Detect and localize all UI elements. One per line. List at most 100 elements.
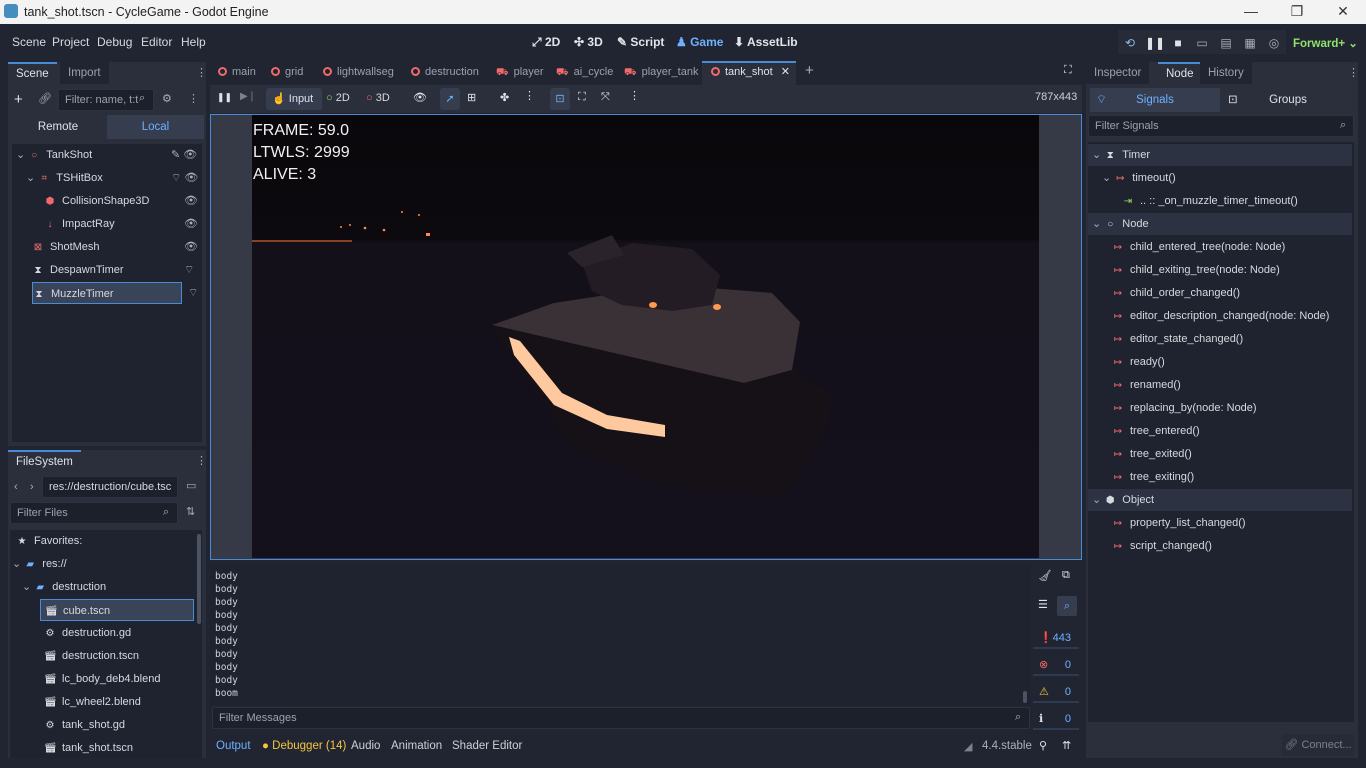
tab-scene[interactable]: Scene [8,62,57,84]
file-destruction-gd[interactable]: ⚙ destruction.gd [44,622,132,644]
next-frame-icon[interactable]: ▶❘ [240,91,256,102]
mode-2d-button[interactable]: ○ 2D [326,92,350,104]
editor-tab-destruction[interactable]: destruction [411,64,479,82]
more-options-icon[interactable]: ⋮ [629,89,640,102]
editor-tab-player-tank[interactable]: ⛟ player_tank [624,64,698,82]
section-node[interactable]: ⌄ ○ Node [1088,213,1352,235]
layout-toggle-icon[interactable]: ▭ [186,479,196,492]
more-options-icon[interactable]: ⋮ [524,89,535,102]
connect-button[interactable]: 🔗︎ Connect... [1282,734,1354,756]
messages-count-toggle[interactable]: ❗ 443 [1033,627,1079,649]
game-viewport[interactable]: FRAME: 59.0 LTWLS: 2999 ALIVE: 3 [210,114,1082,560]
pause-game-icon[interactable]: ❚❚ [217,92,232,103]
sort-icon[interactable]: ⇅ [186,505,195,518]
signal-row[interactable]: ↦ property_list_changed() [1112,512,1246,534]
dock-menu-icon[interactable]: ⋮ [196,454,207,467]
stop-icon[interactable]: ■ [1169,34,1187,52]
tree-node-despawntimer[interactable]: ⧗ DespawnTimer ⌔ [32,259,201,281]
minimize-button[interactable]: — [1228,0,1274,24]
local-button[interactable]: Local [107,115,204,139]
attach-script-icon[interactable]: ⚙ [162,92,172,105]
link-icon[interactable]: 🔗︎ [38,92,52,105]
signal-timeout[interactable]: ⌄ ↦ timeout() [1102,167,1176,189]
signal-row[interactable]: ↦ editor_description_changed(node: Node) [1112,305,1330,327]
res-folder[interactable]: ⌄ ▰ res:// [12,553,67,575]
tree-node-muzzletimer[interactable]: ⧗ MuzzleTimer [32,282,182,304]
dock-menu-icon[interactable]: ⋮ [196,66,207,79]
bottom-tab-shader-editor[interactable]: Shader Editor [452,740,522,752]
file-scrollbar[interactable] [197,534,201,624]
signal-connection[interactable]: ⇥.. :: _on_muzzle_timer_timeout() [1122,190,1298,212]
path-field[interactable]: res://destruction/cube.tsc [42,476,178,498]
bottom-tab-output[interactable]: Output [216,740,251,752]
tab-node[interactable]: Node [1158,62,1202,84]
signal-row[interactable]: ↦ tree_exiting() [1112,466,1194,488]
close-tab-icon[interactable]: ✕ [781,66,790,78]
pause-icon[interactable]: ❚❚ [1145,34,1165,52]
run-scene-icon[interactable]: ▤ [1217,34,1235,52]
signal-row[interactable]: ↦ editor_state_changed() [1112,328,1243,350]
select-tool-icon[interactable]: ➚ [440,88,460,110]
section-timer[interactable]: ⌄ ⧗ Timer [1088,144,1352,166]
warnings-count-toggle[interactable]: ⚠ 0 [1033,681,1079,703]
menu-help[interactable]: Help [181,35,206,49]
tree-node-collisionshape3d[interactable]: ⬢ CollisionShape3D 👁︎ [44,190,201,212]
maximize-button[interactable]: ❐ [1274,0,1320,24]
movie-icon[interactable]: ◎ [1265,34,1283,52]
stretch-icon[interactable]: ⤧ [601,91,610,104]
filter-messages-input[interactable]: Filter Messages [212,707,1030,729]
signal-icon[interactable]: ⌔ [188,286,198,300]
editor-tab-main[interactable]: main [218,64,256,82]
tab-history[interactable]: History [1200,62,1252,84]
bottom-tab-audio[interactable]: Audio [351,740,380,752]
main-screen-3d[interactable]: ✣ 3D [574,35,603,49]
filter-toggle-icon[interactable]: ⌕ [1057,596,1077,616]
add-tab-icon[interactable]: + [805,62,814,79]
file-cube-tscn[interactable]: 🎬︎ cube.tscn [40,599,194,621]
errors-count-toggle[interactable]: ⊗ 0 [1033,654,1079,676]
pin-icon[interactable]: ⚲ [1039,739,1047,752]
info-count-toggle[interactable]: ℹ0 [1033,708,1079,730]
tab-import[interactable]: Import [60,62,109,84]
editor-tab-tank-shot[interactable]: tank_shot ✕ [711,64,790,82]
signal-row[interactable]: ↦ script_changed() [1112,535,1212,557]
signal-row[interactable]: ↦ ready() [1112,351,1165,373]
run-custom-icon[interactable]: ▦ [1241,34,1259,52]
menu-editor[interactable]: Editor [141,35,172,49]
reload-icon[interactable]: ⟲ [1121,34,1139,52]
signal-row[interactable]: ↦ tree_entered() [1112,420,1200,442]
signal-row[interactable]: ↦ tree_exited() [1112,443,1192,465]
file-lc-wheel2-blend[interactable]: 🎬︎ lc_wheel2.blend [44,691,141,713]
main-screen-2d[interactable]: ⤢ 2D [532,35,560,50]
remote-debug-icon[interactable]: ▭ [1193,34,1211,52]
tree-node-tankshot[interactable]: ⌄ ○ TankShot ✎ 👁︎ [16,144,201,166]
section-object[interactable]: ⌄ ⬢ Object [1088,489,1352,511]
signal-row[interactable]: ↦ renamed() [1112,374,1181,396]
favorites-item[interactable]: ★ Favorites: [16,530,83,552]
renderer-select[interactable]: Forward+ ⌄ [1293,36,1358,50]
signal-row[interactable]: ↦ child_exiting_tree(node: Node) [1112,259,1280,281]
bottom-tab-debugger[interactable]: ● Debugger (14) [262,740,346,752]
back-icon[interactable]: ‹ [14,481,18,493]
tree-node-tshitbox[interactable]: ⌄ ⌗ TSHitBox ⌔ 👁︎ [26,167,201,189]
signal-row[interactable]: ↦ replacing_by(node: Node) [1112,397,1257,419]
tree-node-shotmesh[interactable]: ⊠ ShotMesh 👁︎ [32,236,201,258]
bottom-tab-animation[interactable]: Animation [391,740,442,752]
main-screen-assetlib[interactable]: ⬇ AssetLib [734,35,798,49]
expand-panel-icon[interactable]: ⇈ [1062,739,1071,752]
forward-icon[interactable]: › [30,481,34,493]
distraction-free-icon[interactable]: ⛶ [1064,64,1072,77]
editor-tab-grid[interactable]: grid [271,64,303,82]
mode-3d-button[interactable]: ○ 3D [366,92,390,104]
groups-button[interactable]: ⊡ Groups [1222,88,1354,112]
signal-row[interactable]: ↦ child_entered_tree(node: Node) [1112,236,1286,258]
copy-icon[interactable]: ⧉ [1062,569,1070,582]
file-lc-body-deb4-blend[interactable]: 🎬︎ lc_body_deb4.blend [44,668,160,690]
menu-scene[interactable]: Scene [12,35,46,49]
clear-output-icon[interactable]: 🧹︎ [1038,569,1052,582]
tree-node-impactray[interactable]: ↓ ImpactRay 👁︎ [44,213,201,235]
remote-button[interactable]: Remote [10,115,106,139]
file-tank-shot-tscn[interactable]: 🎬︎ tank_shot.tscn [44,737,133,759]
destruction-folder[interactable]: ⌄ ▰ destruction [22,576,106,598]
menu-debug[interactable]: Debug [97,35,132,49]
